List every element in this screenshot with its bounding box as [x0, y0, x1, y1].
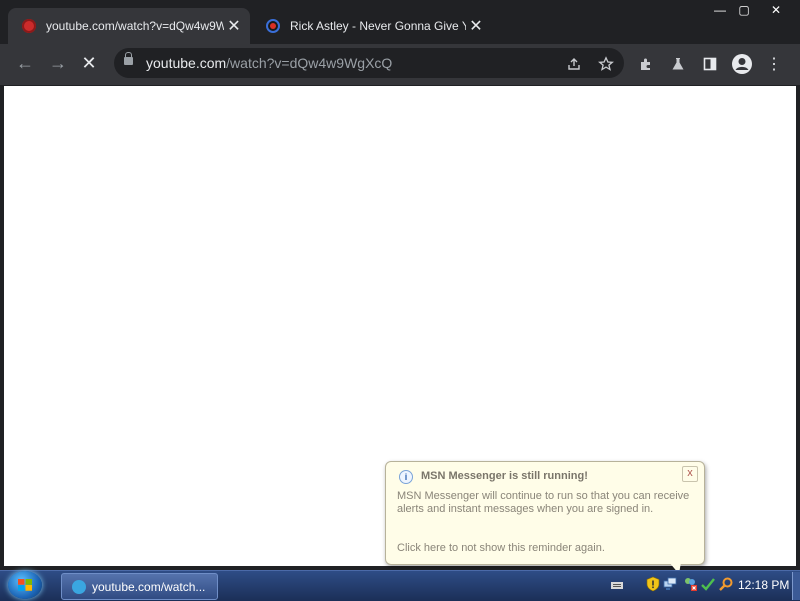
youtube-favicon-icon — [22, 19, 36, 33]
forward-button[interactable]: → — [45, 50, 71, 76]
tab-rick-astley[interactable]: Rick Astley - Never Gonna Give Yo ✕ — [252, 8, 492, 44]
address-bar-url[interactable]: youtube.com/watch?v=dQw4w9WgXcQ — [146, 55, 392, 71]
msn-messenger-offline-icon[interactable] — [682, 576, 698, 592]
extensions-icon[interactable] — [634, 52, 658, 76]
browser-app-icon — [72, 579, 86, 594]
url-host: youtube.com — [146, 55, 227, 71]
flask-icon[interactable] — [666, 52, 690, 76]
security-shield-icon[interactable] — [645, 576, 661, 592]
menu-icon[interactable]: ⋮ — [762, 52, 786, 76]
tab-close-icon[interactable]: ✕ — [224, 16, 244, 36]
network-icon[interactable] — [662, 576, 678, 592]
share-icon[interactable] — [562, 52, 586, 76]
url-path: /watch?v=dQw4w9WgXcQ — [226, 55, 393, 71]
balloon-body: MSN Messenger will continue to run so th… — [397, 490, 690, 515]
search-icon[interactable] — [718, 576, 734, 592]
keyboard-tray-icon[interactable] — [610, 578, 626, 594]
recording-favicon-icon — [266, 19, 280, 33]
tab-youtube[interactable]: youtube.com/watch?v=dQw4w9W ✕ — [8, 8, 250, 44]
tab-title: Rick Astley - Never Gonna Give Yo — [290, 19, 466, 33]
profile-icon[interactable] — [730, 52, 754, 76]
taskbar-item-browser[interactable]: youtube.com/watch... — [61, 573, 218, 600]
green-arrow-icon[interactable] — [700, 576, 716, 592]
show-desktop-button[interactable] — [792, 572, 800, 600]
start-button[interactable] — [8, 571, 42, 599]
taskbar-item-label: youtube.com/watch... — [92, 579, 206, 594]
tab-title: youtube.com/watch?v=dQw4w9W — [46, 19, 224, 33]
star-icon[interactable] — [594, 52, 618, 76]
balloon-close-button[interactable]: x — [682, 466, 698, 482]
stop-loading-button[interactable]: ✕ — [76, 50, 102, 76]
back-button[interactable]: ← — [12, 50, 38, 76]
balloon-title: MSN Messenger is still running! — [421, 470, 588, 482]
close-window-button[interactable]: ✕ — [756, 0, 796, 20]
sidepanel-icon[interactable] — [698, 52, 722, 76]
tab-close-icon[interactable]: ✕ — [466, 16, 486, 36]
lock-icon[interactable] — [124, 52, 133, 65]
info-icon: i — [399, 470, 413, 484]
balloon-dismiss-link[interactable]: Click here to not show this reminder aga… — [397, 542, 605, 554]
taskbar-clock[interactable]: 12:18 PM — [738, 578, 789, 592]
